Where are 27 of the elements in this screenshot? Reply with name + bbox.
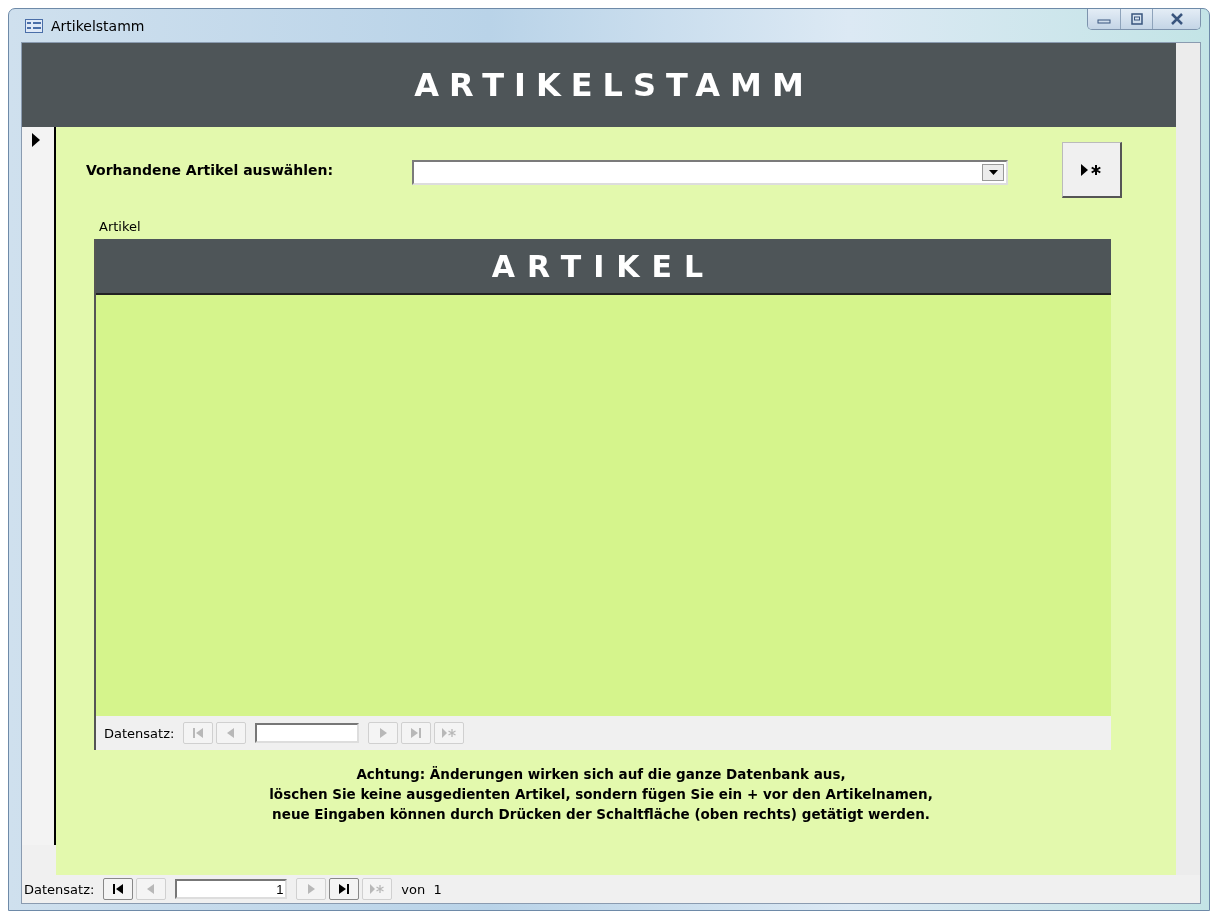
close-icon	[1169, 13, 1184, 25]
new-record-icon	[1079, 162, 1104, 177]
last-record-button[interactable]	[329, 878, 360, 900]
new-record-icon	[441, 727, 458, 739]
notice-text: löschen Sie keine ausgedienten Artikel, sondern fügen Sie ein + vor den Artikelnamen,	[269, 785, 933, 804]
record-number-field[interactable]	[255, 723, 360, 743]
dropdown-icon	[988, 169, 998, 175]
maximize-button[interactable]	[1120, 9, 1152, 29]
form-icon	[25, 18, 43, 33]
record-number-field[interactable]: 1	[175, 879, 288, 899]
combo-label: Vorhandene Artikel auswählen:	[86, 162, 335, 178]
form-header: ARTIKELSTAMM	[22, 43, 1176, 127]
record-count: von 1	[401, 881, 442, 897]
new-record-icon	[369, 883, 386, 895]
close-button[interactable]	[1152, 9, 1200, 29]
new-record-button[interactable]	[1062, 142, 1122, 198]
article-combo-box[interactable]	[412, 159, 1008, 185]
notice-text: Achtung: Änderungen wirken sich auf die ganze Datenbank aus,	[356, 765, 846, 784]
subform-header: ARTIKEL	[96, 239, 1111, 295]
record-nav-label: Datensatz:	[24, 881, 95, 897]
maximize-icon	[1130, 13, 1143, 25]
window-title: Artikelstamm	[51, 17, 145, 34]
minimize-button[interactable]	[1088, 9, 1120, 29]
subform-label: Artikel	[99, 219, 142, 236]
notice-text: neue Eingaben können durch Drücken der Schaltfläche (oben rechts) getätigt werden.	[272, 805, 930, 824]
first-record-button[interactable]	[103, 878, 134, 900]
record-nav-label: Datensatz:	[104, 725, 175, 741]
